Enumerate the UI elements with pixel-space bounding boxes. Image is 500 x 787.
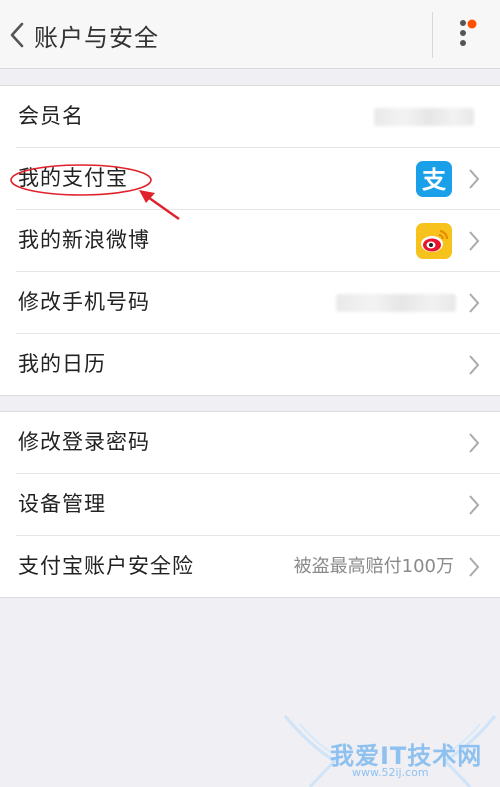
row-label: 我的新浪微博: [18, 228, 150, 252]
chevron-left-icon: [0, 3, 34, 67]
row-alipay-insurance[interactable]: 支付宝账户安全险 被盗最高赔付100万: [16, 536, 500, 597]
row-label: 会员名: [18, 104, 84, 128]
weibo-icon: [416, 223, 452, 259]
row-label: 我的支付宝: [18, 166, 128, 190]
chevron-right-icon: [468, 354, 480, 376]
masked-member-name: [374, 108, 474, 126]
row-label: 支付宝账户安全险: [18, 554, 194, 578]
insurance-value: 被盗最高赔付100万: [293, 556, 454, 577]
alipay-icon: 支: [416, 161, 452, 197]
chevron-right-icon: [468, 556, 480, 578]
row-label: 设备管理: [18, 492, 106, 516]
back-button[interactable]: 账户与安全: [0, 3, 200, 67]
row-change-phone[interactable]: 修改手机号码: [16, 272, 500, 334]
row-change-login-password[interactable]: 修改登录密码: [16, 412, 500, 474]
svg-text:支: 支: [422, 166, 447, 194]
row-my-calendar[interactable]: 我的日历: [16, 334, 500, 395]
row-label: 修改登录密码: [18, 430, 150, 454]
chevron-right-icon: [468, 494, 480, 516]
row-member-name[interactable]: 会员名: [16, 86, 500, 148]
row-label: 修改手机号码: [18, 290, 150, 314]
notification-dot: [467, 19, 476, 29]
row-device-management[interactable]: 设备管理: [16, 474, 500, 536]
account-group: 会员名 我的支付宝 支 我的新浪微博 修改手机号码 我的日历: [0, 85, 500, 396]
chevron-right-icon: [468, 230, 480, 252]
row-my-alipay[interactable]: 我的支付宝 支: [16, 148, 500, 210]
chevron-right-icon: [468, 168, 480, 190]
more-menu-button[interactable]: [433, 3, 500, 67]
more-vertical-icon: [455, 18, 479, 52]
row-my-weibo[interactable]: 我的新浪微博: [16, 210, 500, 272]
chevron-right-icon: [468, 432, 480, 454]
page-title: 账户与安全: [34, 23, 159, 52]
security-group: 修改登录密码 设备管理 支付宝账户安全险 被盗最高赔付100万: [0, 411, 500, 598]
row-label: 我的日历: [18, 352, 106, 376]
chevron-right-icon: [468, 292, 480, 314]
top-bar: 账户与安全: [0, 0, 500, 69]
watermark-url: www.52ij.com: [352, 766, 429, 779]
masked-phone-number: [336, 294, 456, 312]
